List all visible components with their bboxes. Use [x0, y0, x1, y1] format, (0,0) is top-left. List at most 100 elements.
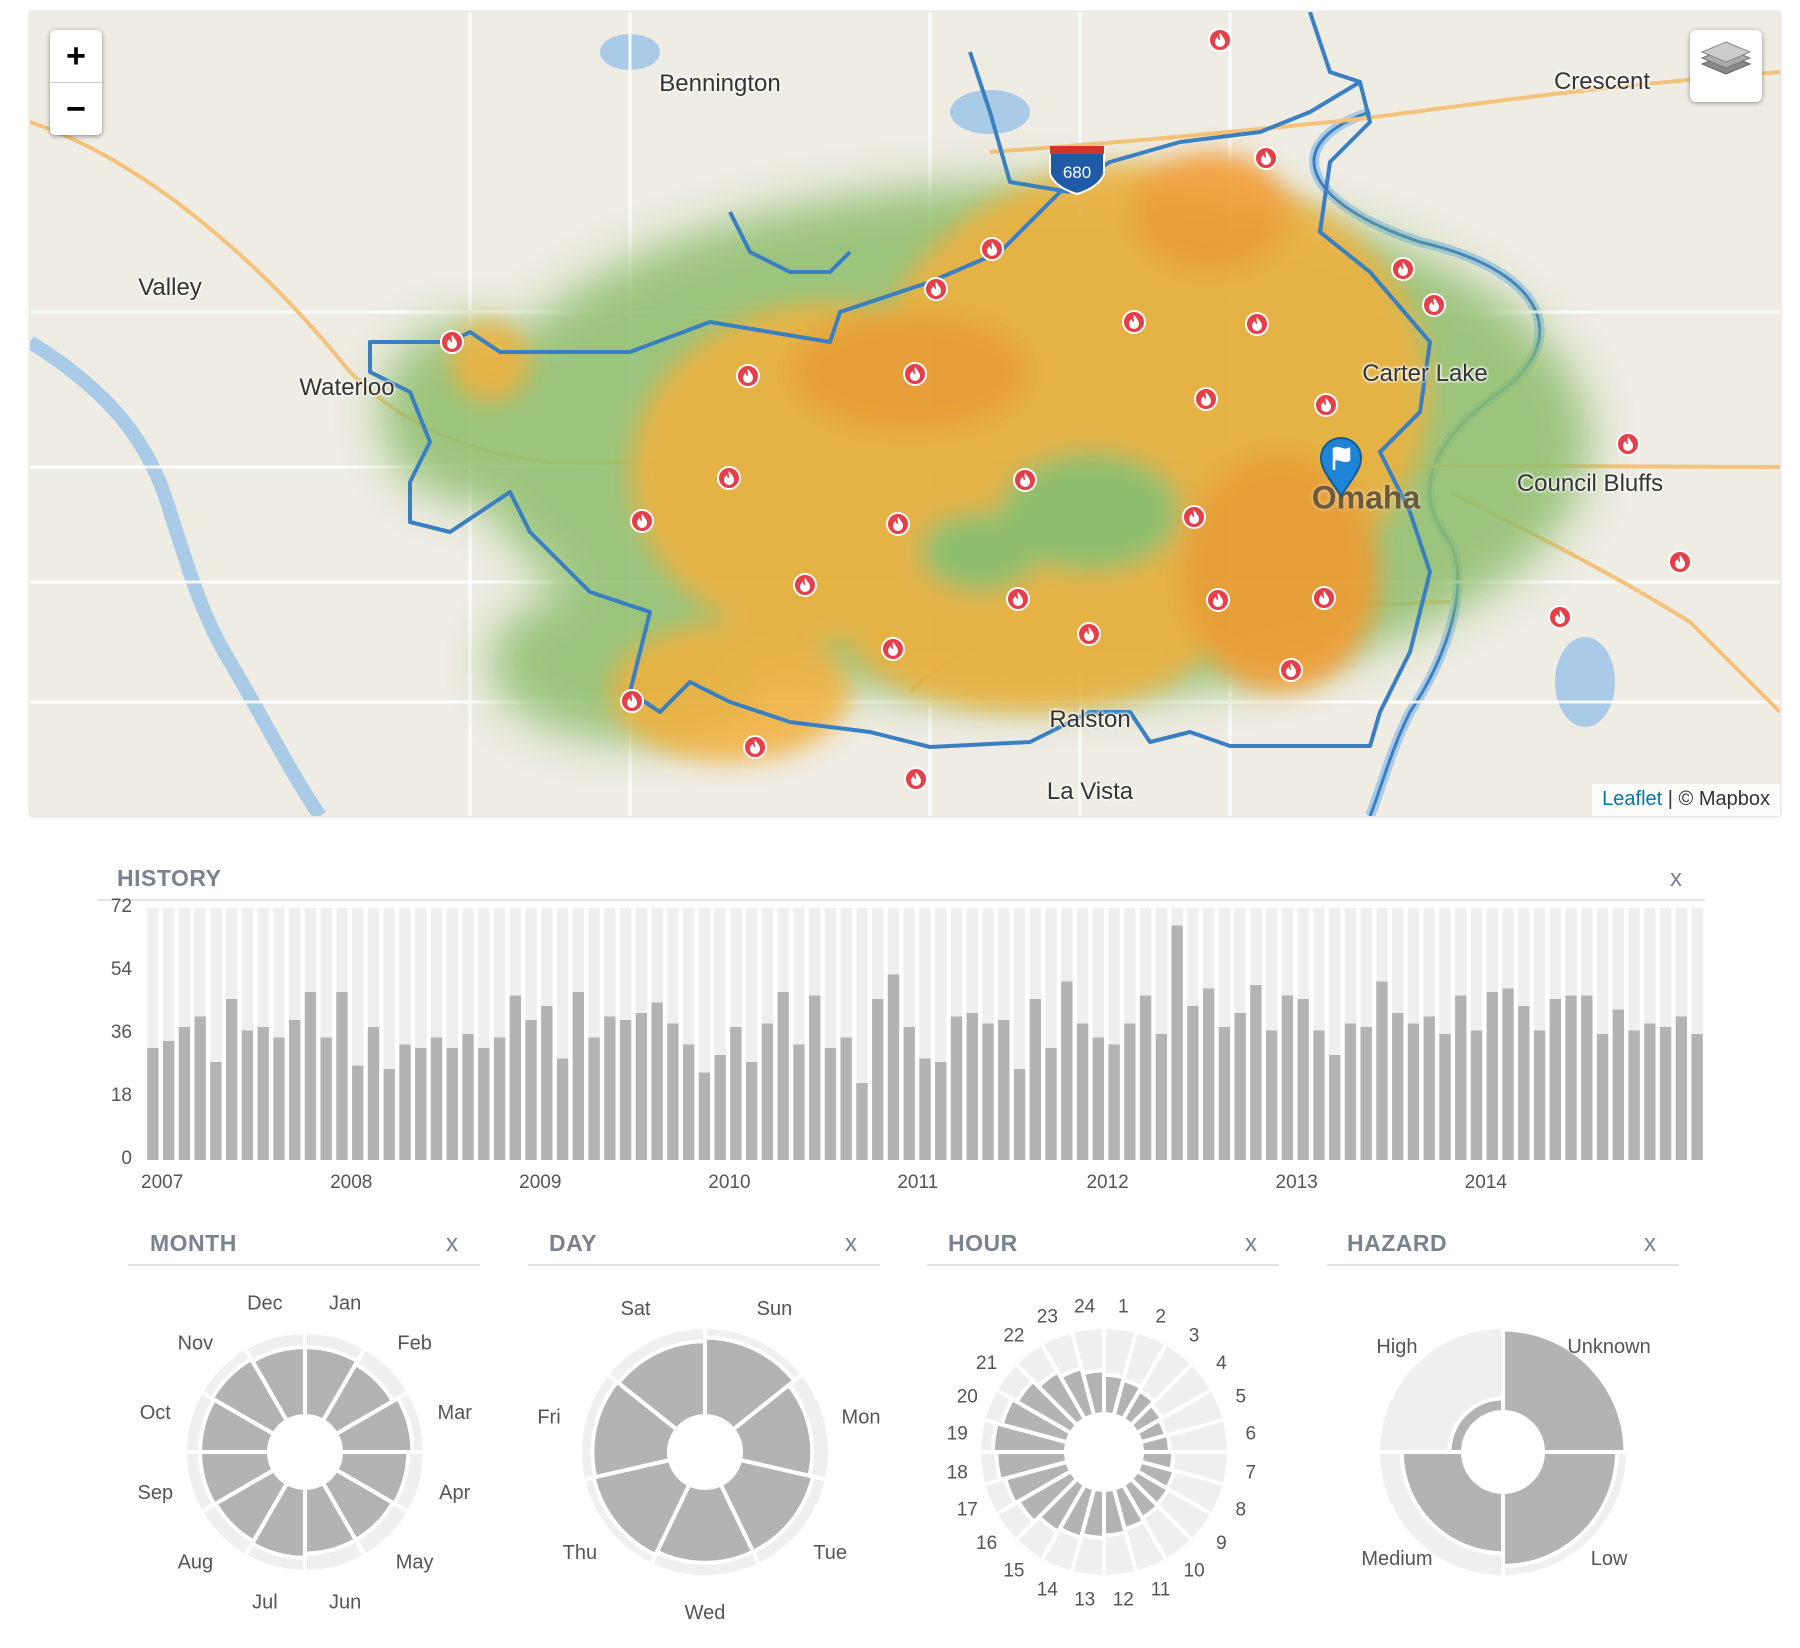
history-bar[interactable]: [730, 1027, 742, 1160]
history-bar[interactable]: [446, 1048, 458, 1160]
history-bar[interactable]: [367, 1027, 380, 1160]
day-close-button[interactable]: x: [845, 1230, 857, 1258]
history-bar[interactable]: [1313, 1030, 1325, 1161]
fire-station-icon[interactable]: [620, 689, 644, 713]
history-bar[interactable]: [1392, 1013, 1404, 1160]
history-bar[interactable]: [887, 974, 900, 1161]
fire-station-icon[interactable]: [1616, 432, 1640, 456]
fire-station-icon[interactable]: [1182, 505, 1206, 529]
history-bar[interactable]: [1376, 981, 1388, 1161]
fire-station-icon[interactable]: [630, 509, 654, 533]
history-bar[interactable]: [777, 992, 789, 1160]
history-bar[interactable]: [1659, 1027, 1672, 1160]
history-bar[interactable]: [950, 1016, 963, 1161]
fire-station-icon[interactable]: [793, 573, 817, 597]
history-bar[interactable]: [1155, 1034, 1168, 1160]
history-bar[interactable]: [1518, 1006, 1530, 1160]
history-bar[interactable]: [1549, 999, 1561, 1160]
zoom-out-button[interactable]: −: [50, 82, 102, 135]
history-bar[interactable]: [525, 1020, 537, 1160]
history-bar[interactable]: [1407, 1023, 1420, 1161]
history-bar[interactable]: [1439, 1034, 1451, 1160]
history-bar[interactable]: [1265, 1030, 1278, 1161]
fire-station-icon[interactable]: [1254, 146, 1278, 170]
history-bar[interactable]: [383, 1069, 395, 1160]
history-bar[interactable]: [1628, 1030, 1640, 1161]
history-bar-chart[interactable]: [145, 908, 1705, 1163]
history-bar[interactable]: [1470, 1030, 1483, 1161]
history-bar[interactable]: [998, 1020, 1010, 1160]
month-radial-chart[interactable]: Jan Feb Mar Apr May Jun Jul Aug Sep Oct Nov Dec: [137, 1292, 472, 1613]
history-bar[interactable]: [1565, 995, 1577, 1161]
fire-station-icon[interactable]: [1312, 586, 1336, 610]
history-bar[interactable]: [1218, 1027, 1231, 1160]
history-bar[interactable]: [352, 1065, 364, 1161]
history-bar[interactable]: [478, 1048, 490, 1160]
history-bar[interactable]: [304, 992, 317, 1160]
history-bar[interactable]: [225, 999, 238, 1160]
fire-station-icon[interactable]: [1548, 605, 1572, 629]
fire-station-icon[interactable]: [886, 512, 910, 536]
history-bar[interactable]: [556, 1058, 569, 1161]
history-bar[interactable]: [257, 1027, 269, 1160]
history-bar[interactable]: [430, 1037, 443, 1161]
history-bar[interactable]: [682, 1044, 695, 1161]
history-bar[interactable]: [162, 1041, 175, 1160]
history-bar[interactable]: [1691, 1034, 1703, 1160]
history-bar[interactable]: [903, 1027, 915, 1160]
fire-station-icon[interactable]: [1391, 257, 1415, 281]
history-bar[interactable]: [1675, 1016, 1688, 1161]
history-bar[interactable]: [982, 1023, 994, 1161]
history-bar[interactable]: [493, 1037, 506, 1161]
history-bar[interactable]: [1029, 999, 1041, 1160]
history-bar[interactable]: [1187, 1006, 1199, 1160]
location-flag-marker[interactable]: [1319, 436, 1363, 498]
hour-radial-chart[interactable]: 1 234567891011121314151617181920212223 24: [947, 1296, 1256, 1610]
history-bar[interactable]: [824, 1048, 837, 1160]
history-bar[interactable]: [698, 1072, 711, 1161]
history-bar[interactable]: [289, 1020, 301, 1160]
history-bar[interactable]: [1344, 1023, 1357, 1161]
fire-station-icon[interactable]: [743, 735, 767, 759]
history-bar[interactable]: [1533, 1030, 1546, 1161]
history-bar[interactable]: [1092, 1037, 1105, 1161]
history-bar[interactable]: [604, 1016, 616, 1161]
month-close-button[interactable]: x: [446, 1230, 458, 1258]
fire-station-icon[interactable]: [1122, 310, 1146, 334]
map-view[interactable]: 680 Bennington Crescent Valley Waterloo Cart…: [30, 12, 1780, 816]
history-bar[interactable]: [1423, 1016, 1435, 1161]
history-bar[interactable]: [856, 1083, 868, 1160]
fire-station-icon[interactable]: [904, 767, 928, 791]
fire-station-icon[interactable]: [881, 637, 905, 661]
history-bar[interactable]: [336, 992, 348, 1160]
history-bar[interactable]: [210, 1062, 222, 1160]
history-bar[interactable]: [462, 1034, 474, 1160]
fire-station-icon[interactable]: [1245, 312, 1269, 336]
history-close-button[interactable]: x: [1670, 865, 1682, 893]
history-bar[interactable]: [966, 1013, 978, 1160]
history-bar[interactable]: [1297, 999, 1309, 1160]
history-bar[interactable]: [320, 1037, 332, 1161]
history-bar[interactable]: [1250, 985, 1262, 1160]
fire-station-icon[interactable]: [1206, 588, 1230, 612]
hour-close-button[interactable]: x: [1245, 1230, 1257, 1258]
history-bar[interactable]: [541, 1006, 553, 1160]
history-bar[interactable]: [793, 1044, 805, 1161]
fire-station-icon[interactable]: [1013, 468, 1037, 492]
history-bar[interactable]: [1171, 925, 1183, 1161]
history-bar[interactable]: [1596, 1034, 1609, 1160]
history-bar[interactable]: [714, 1055, 726, 1160]
fire-station-icon[interactable]: [1208, 28, 1232, 52]
fire-station-icon[interactable]: [736, 364, 760, 388]
history-bar[interactable]: [619, 1020, 632, 1160]
history-bar[interactable]: [1281, 995, 1294, 1161]
history-bar[interactable]: [1612, 1009, 1625, 1161]
fire-station-icon[interactable]: [1279, 658, 1303, 682]
history-bar[interactable]: [1329, 1055, 1341, 1160]
history-bar[interactable]: [1013, 1069, 1026, 1160]
history-bar[interactable]: [1360, 1027, 1372, 1160]
history-bar[interactable]: [178, 1027, 191, 1160]
history-bar[interactable]: [1061, 981, 1073, 1161]
hazard-radial-chart[interactable]: Unknown Low Medium High: [1361, 1324, 1651, 1580]
leaflet-link[interactable]: Leaflet: [1602, 788, 1662, 810]
